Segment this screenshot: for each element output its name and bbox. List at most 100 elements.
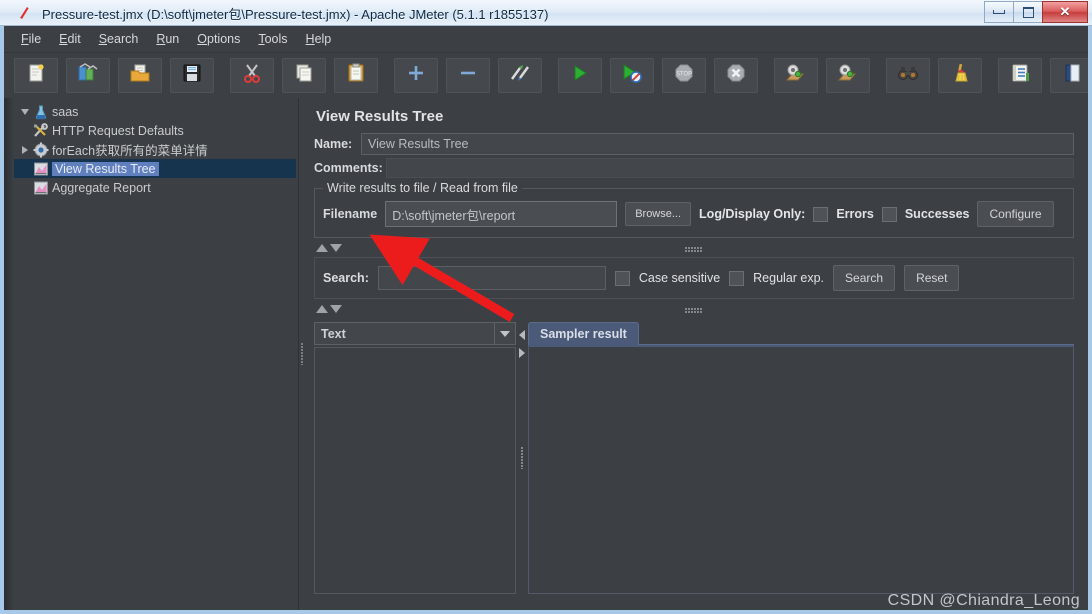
result-detail-pane: Sampler result [528, 322, 1074, 594]
application-body: File Edit Search Run Options Tools Help [4, 26, 1088, 610]
comments-input[interactable] [386, 158, 1074, 178]
tree-toggle-right-icon[interactable] [18, 145, 32, 154]
minimize-icon [993, 10, 1005, 14]
main-content: saas HTTP Request Defaults forEach获取所有的菜… [4, 98, 1088, 610]
save-floppy-icon [182, 63, 202, 88]
menu-tools[interactable]: Tools [249, 29, 296, 49]
errors-checkbox[interactable] [813, 206, 829, 222]
regular-exp-label: Regular exp. [753, 271, 825, 285]
results-area: Text Sampler result [314, 322, 1074, 594]
reset-button[interactable]: Reset [904, 265, 960, 291]
tree-node-http-request-defaults[interactable]: HTTP Request Defaults [14, 121, 296, 140]
write-results-groupbox: Write results to file / Read from file F… [314, 181, 1074, 238]
chevron-down-icon[interactable] [330, 244, 342, 252]
toolbar-expand-button[interactable] [394, 58, 438, 93]
toolbar-remote-stop-all-button[interactable] [826, 58, 870, 93]
toolbar-new-button[interactable] [14, 58, 58, 93]
toolbar-help-button[interactable] [1050, 58, 1088, 93]
successes-checkbox[interactable] [881, 206, 897, 222]
start-no-timers-icon [621, 63, 643, 88]
toolbar-function-helper-button[interactable] [998, 58, 1042, 93]
title-bar[interactable]: Pressure-test.jmx (D:\soft\jmeter包\Press… [0, 0, 1092, 26]
case-sensitive-label: Case sensitive [638, 271, 721, 285]
name-input[interactable]: View Results Tree [361, 133, 1074, 155]
menu-help[interactable]: Help [297, 29, 341, 49]
sample-results-list[interactable] [314, 347, 516, 594]
filename-input[interactable]: D:\soft\jmeter包\report [385, 201, 618, 227]
toolbar-start-button[interactable] [558, 58, 602, 93]
chevron-down-icon[interactable] [494, 323, 515, 344]
toolbar-cut-button[interactable] [230, 58, 274, 93]
renderer-combo-value: Text [321, 326, 346, 341]
toolbar-templates-button[interactable] [66, 58, 110, 93]
jmeter-window: Pressure-test.jmx (D:\soft\jmeter包\Press… [0, 0, 1092, 614]
toolbar-remote-start-all-button[interactable] [774, 58, 818, 93]
help-book-icon [1062, 63, 1082, 88]
toolbar-copy-button[interactable] [282, 58, 326, 93]
toolbar-collapse-button[interactable] [446, 58, 490, 93]
results-detail-splitter[interactable] [516, 322, 528, 594]
strip-grip-icon [685, 247, 703, 253]
collapse-all-minus-icon [458, 63, 478, 88]
function-helper-icon [1009, 63, 1031, 88]
toolbar-search-button[interactable] [886, 58, 930, 93]
name-row: Name: View Results Tree [314, 133, 1074, 155]
tree-toggle-down-icon[interactable] [18, 108, 32, 115]
tool-bar: STOP [4, 53, 1088, 99]
tree-vertical-scrollbar[interactable] [4, 98, 13, 610]
chevron-down-icon[interactable] [330, 305, 342, 313]
search-bar: Search: Case sensitive Regular exp. Sear… [314, 257, 1074, 299]
collapse-left-icon[interactable] [519, 330, 525, 340]
close-button[interactable]: ✕ [1042, 1, 1088, 23]
case-sensitive-checkbox[interactable] [614, 270, 630, 286]
tree-node-label: Aggregate Report [52, 180, 151, 195]
configure-button[interactable]: Configure [977, 201, 1054, 227]
panel-splitter[interactable] [299, 98, 306, 610]
search-collapse-strip-bottom[interactable] [314, 304, 1074, 318]
tab-sampler-result[interactable]: Sampler result [528, 322, 639, 345]
toolbar-open-button[interactable] [118, 58, 162, 93]
tree-node-view-results-tree[interactable]: View Results Tree [14, 159, 296, 178]
toolbar-clear-all-button[interactable] [938, 58, 982, 93]
regular-exp-checkbox[interactable] [729, 270, 745, 286]
search-button[interactable]: Search [833, 265, 896, 291]
chevron-up-icon[interactable] [316, 244, 328, 252]
menu-search[interactable]: Search [90, 29, 148, 49]
results-list-pane: Text [314, 322, 516, 594]
comments-label: Comments: [314, 161, 383, 175]
menu-file[interactable]: File [12, 29, 50, 49]
menu-run[interactable]: Run [147, 29, 188, 49]
search-input[interactable] [377, 266, 606, 290]
successes-label: Successes [904, 207, 970, 221]
toolbar-save-button[interactable] [170, 58, 214, 93]
window-controls: ✕ [984, 1, 1088, 23]
collapse-right-icon[interactable] [519, 348, 525, 358]
minimize-button[interactable] [984, 1, 1014, 23]
errors-label: Errors [836, 207, 874, 221]
filename-row: Filename D:\soft\jmeter包\report Browse..… [323, 201, 1065, 227]
renderer-combo[interactable]: Text [314, 322, 516, 345]
sampler-result-body[interactable] [528, 345, 1074, 594]
toolbar-toggle-button[interactable] [498, 58, 542, 93]
maximize-button[interactable] [1013, 1, 1043, 23]
chevron-up-icon[interactable] [316, 305, 328, 313]
toolbar-shutdown-button[interactable] [714, 58, 758, 93]
templates-icon [77, 63, 99, 88]
collapse-arrows[interactable] [316, 244, 342, 252]
toolbar-start-no-pauses-button[interactable] [610, 58, 654, 93]
tree-node-label: HTTP Request Defaults [52, 123, 184, 138]
test-plan-tree-panel[interactable]: saas HTTP Request Defaults forEach获取所有的菜… [4, 98, 299, 610]
menu-edit[interactable]: Edit [50, 29, 90, 49]
tree-node-saas[interactable]: saas [14, 102, 296, 121]
toolbar-paste-button[interactable] [334, 58, 378, 93]
search-collapse-strip-top[interactable] [314, 243, 1074, 257]
menu-options[interactable]: Options [188, 29, 249, 49]
result-tab-strip: Sampler result [528, 322, 1074, 345]
toolbar-stop-button[interactable]: STOP [662, 58, 706, 93]
tree-node-aggregate-report[interactable]: Aggregate Report [14, 178, 296, 197]
window-title: Pressure-test.jmx (D:\soft\jmeter包\Press… [42, 7, 549, 22]
browse-button[interactable]: Browse... [625, 202, 692, 226]
collapse-arrows[interactable] [316, 305, 342, 313]
tree-node-label: View Results Tree [52, 161, 159, 176]
tree-node-foreach-controller[interactable]: forEach获取所有的菜单详情 [14, 140, 296, 159]
